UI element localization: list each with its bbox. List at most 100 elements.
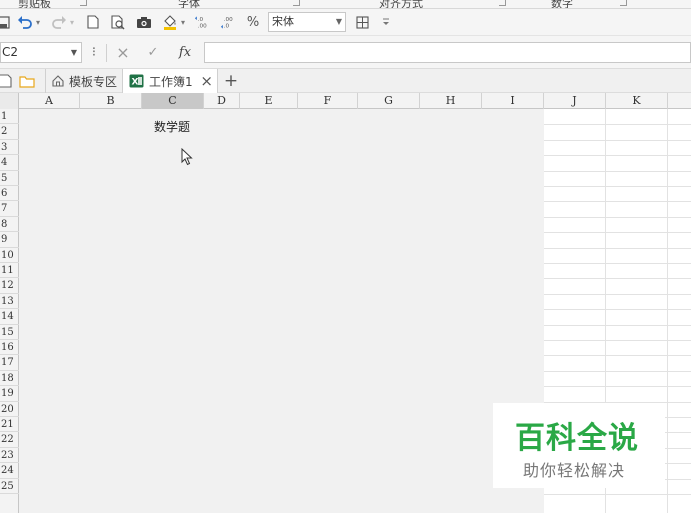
spreadsheet-grid[interactable]: A B C D E F G H I J K 1 2 3 4 5 6 7 8 9 10 11 12 13 1… [0,93,691,513]
row-header-7[interactable]: 7 [0,201,19,217]
font-launcher-icon[interactable] [293,0,300,6]
column-header-a[interactable]: A [19,93,80,109]
tab-workbook1[interactable]: X 工作簿1 × [122,69,218,93]
row-gridline [544,216,691,218]
clipboard-launcher-icon[interactable] [80,0,87,6]
row-header-13[interactable]: 13 [0,294,19,310]
redo-dropdown-icon[interactable]: ▾ [68,12,76,32]
fill-color-icon[interactable] [162,12,178,32]
redo-icon[interactable] [51,12,67,32]
increase-decimal-icon[interactable]: .0.00 [194,12,210,32]
row-gridline [544,155,691,157]
undo-dropdown-icon[interactable]: ▾ [34,12,42,32]
row-header-4[interactable]: 4 [0,155,19,171]
row-header-9[interactable]: 9 [0,232,19,248]
column-header-e[interactable]: E [240,93,298,109]
row-header-10[interactable]: 10 [0,248,19,263]
group-label-number: 数字 [551,0,573,9]
row-header-11[interactable]: 11 [0,263,19,279]
quick-toolbar: ▾ ▾ ▾ .0.00 .00.0 % 宋体 ▼ [0,9,691,35]
row-gridline [544,355,691,357]
cancel-edit-icon[interactable]: × [114,42,132,63]
watermark-subtitle: 助你轻松解决 [523,461,626,480]
selected-range[interactable] [19,109,544,513]
svg-text:X: X [132,78,139,88]
column-gridline [667,109,668,513]
row-gridline [544,139,691,141]
row-gridline [544,170,691,172]
row-header-5[interactable]: 5 [0,171,19,186]
svg-text:.0: .0 [224,24,230,29]
row-gridline [544,186,691,187]
insert-function-button[interactable]: fx [176,42,194,63]
mouse-pointer-icon [181,148,193,166]
more-options-icon[interactable]: ⁝ [88,42,100,63]
row-header-22[interactable]: 22 [0,432,19,448]
row-header-1[interactable]: 1 [0,109,19,125]
percent-style-button[interactable]: % [245,12,261,32]
row-header-12[interactable]: 12 [0,278,19,294]
column-header-h[interactable]: H [420,93,482,109]
row-header-18[interactable]: 18 [0,371,19,387]
confirm-edit-icon[interactable]: ✓ [144,42,162,63]
divider [106,44,107,62]
column-header-f[interactable]: F [298,93,358,109]
add-tab-button[interactable]: + [222,69,240,93]
row-header-6[interactable]: 6 [0,186,19,202]
formula-input[interactable] [204,42,691,63]
row-gridline [544,263,691,264]
column-header-i[interactable]: I [482,93,544,109]
chevron-down-icon: ▼ [335,17,342,26]
close-tab-icon[interactable]: × [200,69,213,93]
row-header-3[interactable]: 3 [0,140,19,156]
column-header-d[interactable]: D [204,93,240,109]
row-header-24[interactable]: 24 [0,463,19,479]
formula-bar: C2 ▼ ⁝ × ✓ fx [0,35,691,68]
row-header-19[interactable]: 19 [0,386,19,402]
row-header-17[interactable]: 17 [0,355,19,371]
camera-icon[interactable] [136,12,152,32]
row-header-21[interactable]: 21 [0,417,19,433]
font-name-select[interactable]: 宋体 ▼ [268,12,346,32]
customize-toolbar-icon[interactable] [380,12,392,32]
save-icon[interactable] [0,12,10,32]
row-gridline [544,278,691,280]
number-launcher-icon[interactable] [620,0,627,6]
new-file-icon[interactable] [0,69,14,93]
row-header-23[interactable]: 23 [0,448,19,464]
alignment-launcher-icon[interactable] [499,0,506,6]
svg-text:.00: .00 [224,17,233,23]
row-header-25[interactable]: 25 [0,479,19,494]
cell-c1[interactable]: 数学题 [154,118,190,135]
row-gridline [544,201,691,203]
borders-icon[interactable] [354,12,370,32]
print-preview-icon[interactable] [110,12,126,32]
row-header-2[interactable]: 2 [0,124,19,140]
row-gridline [544,309,691,311]
row-gridline [544,370,691,372]
column-header-c[interactable]: C [142,93,204,109]
column-header-j[interactable]: J [544,93,606,109]
row-header-20[interactable]: 20 [0,402,19,417]
row-gridline [544,386,691,388]
decrease-decimal-icon[interactable]: .00.0 [220,12,236,32]
ribbon-group-labels: 剪贴板 字体 对齐方式 数字 [0,0,691,9]
row-header-8[interactable]: 8 [0,217,19,233]
column-header-k[interactable]: K [606,93,668,109]
folder-icon[interactable] [19,69,37,93]
new-document-icon[interactable] [86,12,100,32]
row-header-15[interactable]: 15 [0,325,19,340]
name-box[interactable]: C2 ▼ [0,42,82,63]
column-header-b[interactable]: B [80,93,142,109]
row-header-14[interactable]: 14 [0,309,19,325]
font-name-value: 宋体 [272,15,294,28]
tab-workbook-label: 工作簿1 [149,74,193,89]
row-header-16[interactable]: 16 [0,340,19,356]
group-label-font: 字体 [178,0,200,9]
fill-color-dropdown-icon[interactable]: ▾ [179,12,187,32]
column-header-g[interactable]: G [358,93,420,109]
undo-icon[interactable] [17,12,33,32]
tab-template-zone[interactable]: 模板专区 [45,69,121,93]
row-gridline [544,247,691,249]
select-all-corner[interactable] [0,93,19,109]
